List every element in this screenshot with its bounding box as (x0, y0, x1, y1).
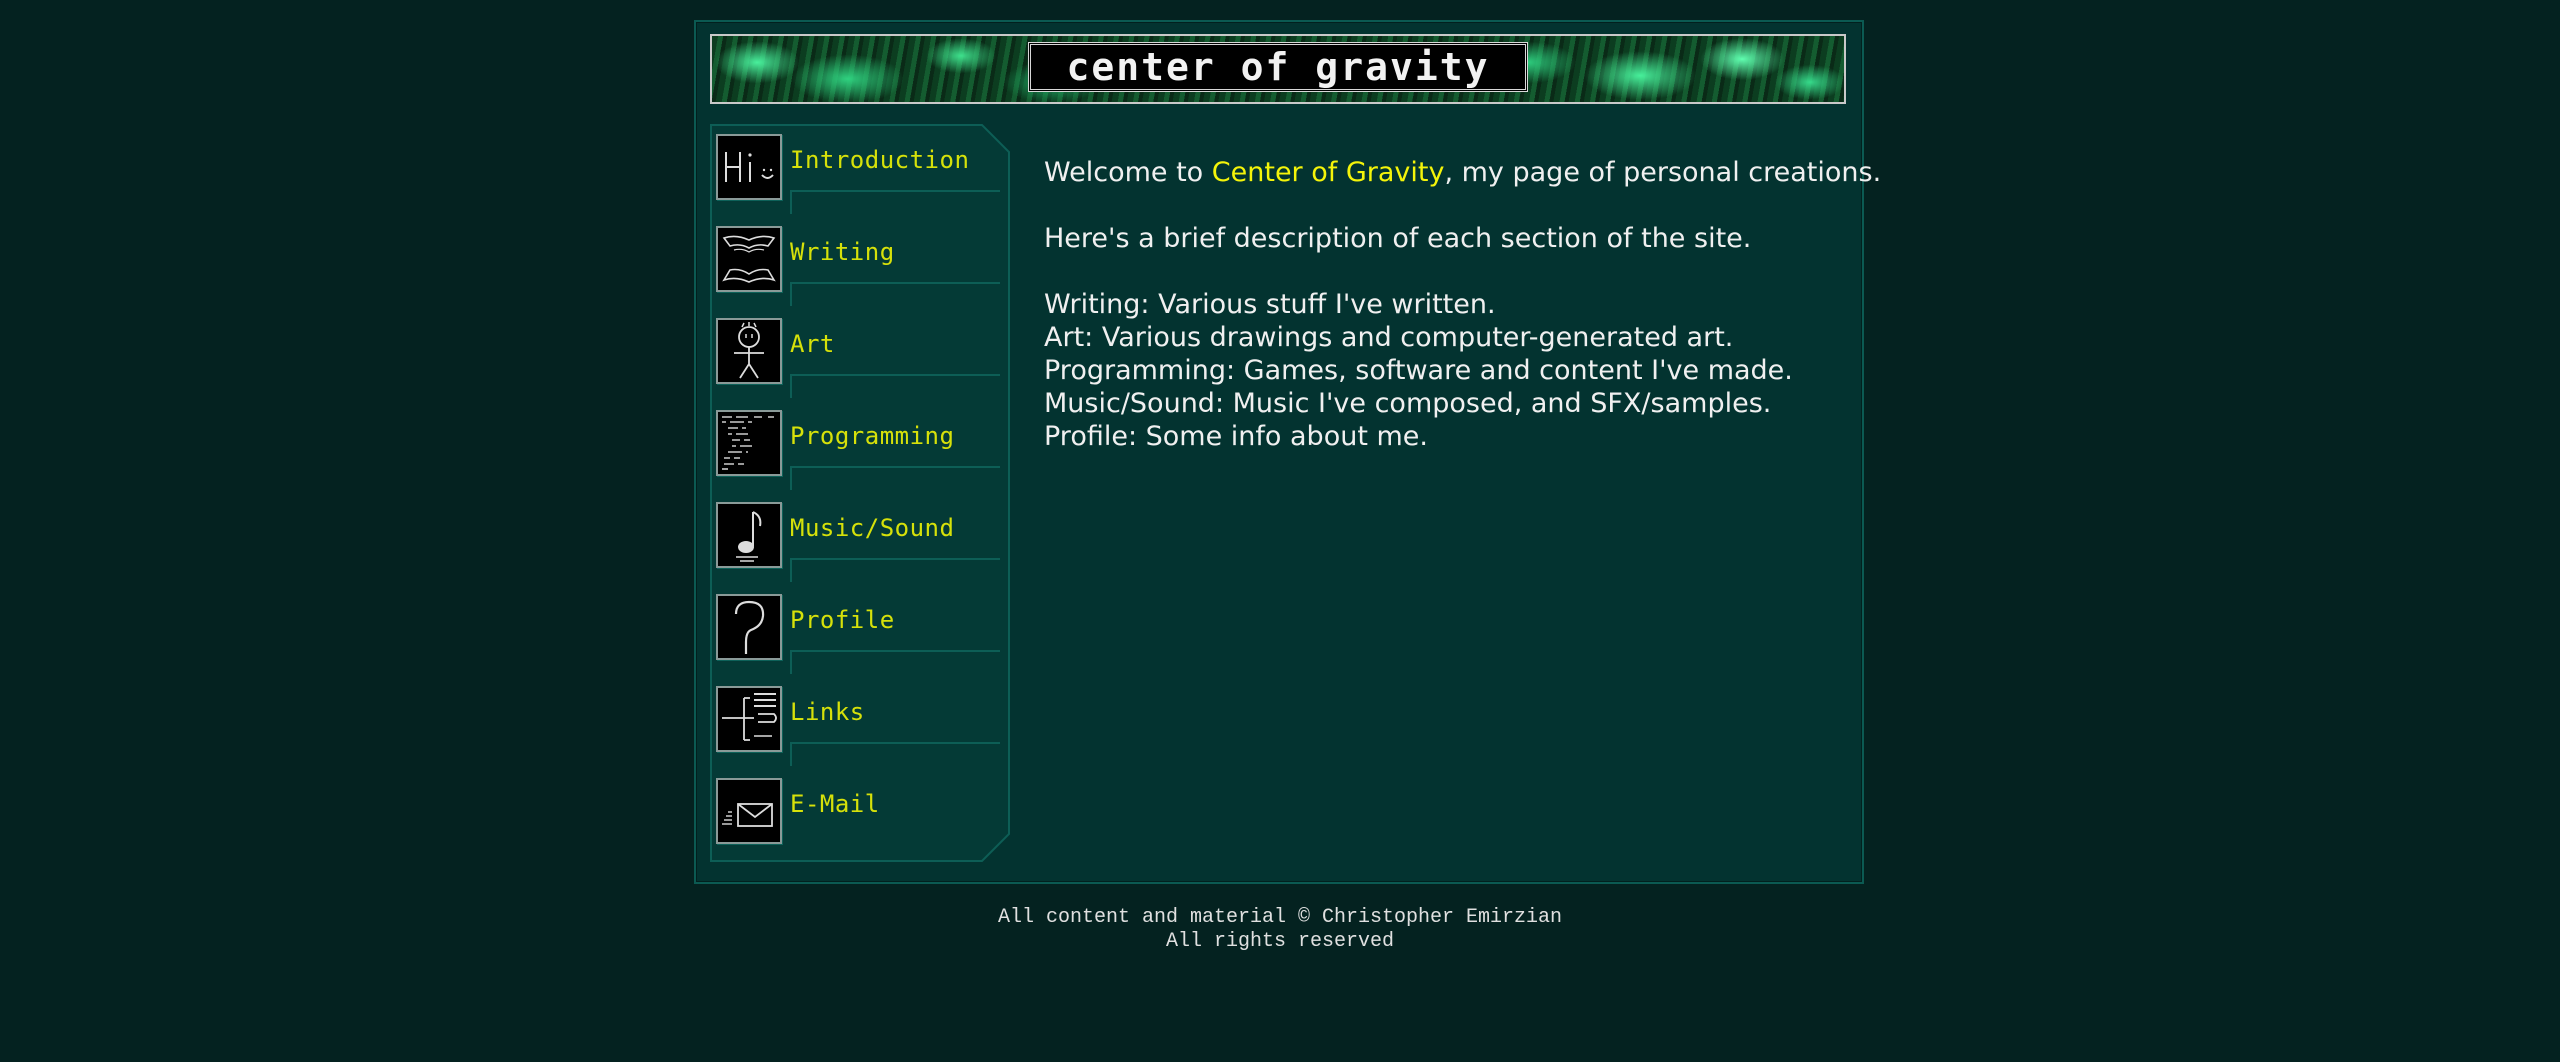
nav-rail (790, 558, 1000, 560)
nav-rail-tick (790, 282, 792, 306)
nav-item-music-sound[interactable]: Music/Sound (716, 498, 1004, 582)
banner-title: center of gravity (1028, 42, 1528, 92)
page-frame: center of gravity Introduction Writing A… (694, 20, 1881, 884)
site-banner[interactable]: center of gravity (710, 34, 1846, 104)
music-note-icon (716, 502, 782, 568)
welcome-prefix: Welcome to (1044, 157, 1212, 188)
section-description: Programming: Games, software and content… (1044, 355, 1793, 386)
nav-label-e-mail: E-Mail (790, 790, 880, 818)
copyright-text: All content and material © Christopher E… (997, 906, 1563, 929)
section-description: Art: Various drawings and computer-gener… (1044, 322, 1734, 353)
section-description: Music/Sound: Music I've composed, and SF… (1044, 388, 1772, 419)
question-mark-icon (716, 594, 782, 660)
nav-label-writing: Writing (790, 238, 895, 266)
nav-item-profile[interactable]: Profile (716, 590, 1004, 674)
nav-item-art[interactable]: Art (716, 314, 1004, 398)
nav-rail (790, 282, 1000, 284)
nav-label-programming: Programming (790, 422, 955, 450)
nav-item-writing[interactable]: Writing (716, 222, 1004, 306)
envelope-icon (716, 778, 782, 844)
hi-smiley-icon (716, 134, 782, 200)
nav-rail (790, 650, 1000, 652)
main-content: Welcome to Center of Gravity, my page of… (1044, 156, 1881, 453)
nav-rail-tick (790, 650, 792, 674)
section-descriptions: Writing: Various stuff I've written. Art… (1044, 288, 1864, 453)
rights-text: All rights reserved (1165, 930, 1395, 953)
nav-item-e-mail[interactable]: E-Mail (716, 774, 1004, 854)
welcome-paragraph: Welcome to Center of Gravity, my page of… (1044, 156, 1881, 189)
nav-rail-tick (790, 190, 792, 214)
stick-figure-icon (716, 318, 782, 384)
nav-rail-tick (790, 374, 792, 398)
link-tree-icon (716, 686, 782, 752)
nav-rail (790, 190, 1000, 192)
section-description: Profile: Some info about me. (1044, 421, 1428, 452)
intro-paragraph: Here's a brief description of each secti… (1044, 223, 1752, 254)
nav-rail (790, 374, 1000, 376)
nav-label-music-sound: Music/Sound (790, 514, 955, 542)
footer: All content and material © Christopher E… (0, 906, 2560, 954)
site-name-link[interactable]: Center of Gravity (1212, 157, 1445, 188)
nav-label-links: Links (790, 698, 865, 726)
nav-rail (790, 742, 1000, 744)
nav-item-introduction[interactable]: Introduction (716, 130, 1004, 214)
welcome-suffix: , my page of personal creations. (1444, 157, 1882, 188)
nav-label-profile: Profile (790, 606, 895, 634)
open-book-icon (716, 226, 782, 292)
nav-rail-tick (790, 558, 792, 582)
nav-rail (790, 466, 1000, 468)
nav-item-links[interactable]: Links (716, 682, 1004, 766)
nav-rail-tick (790, 466, 792, 490)
code-listing-icon (716, 410, 782, 476)
nav-rail-tick (790, 742, 792, 766)
nav-label-art: Art (790, 330, 835, 358)
section-description: Writing: Various stuff I've written. (1044, 289, 1496, 320)
sidebar-nav: Introduction Writing Art Programming Mus… (710, 124, 1010, 862)
nav-label-introduction: Introduction (790, 146, 970, 174)
nav-item-programming[interactable]: Programming (716, 406, 1004, 490)
